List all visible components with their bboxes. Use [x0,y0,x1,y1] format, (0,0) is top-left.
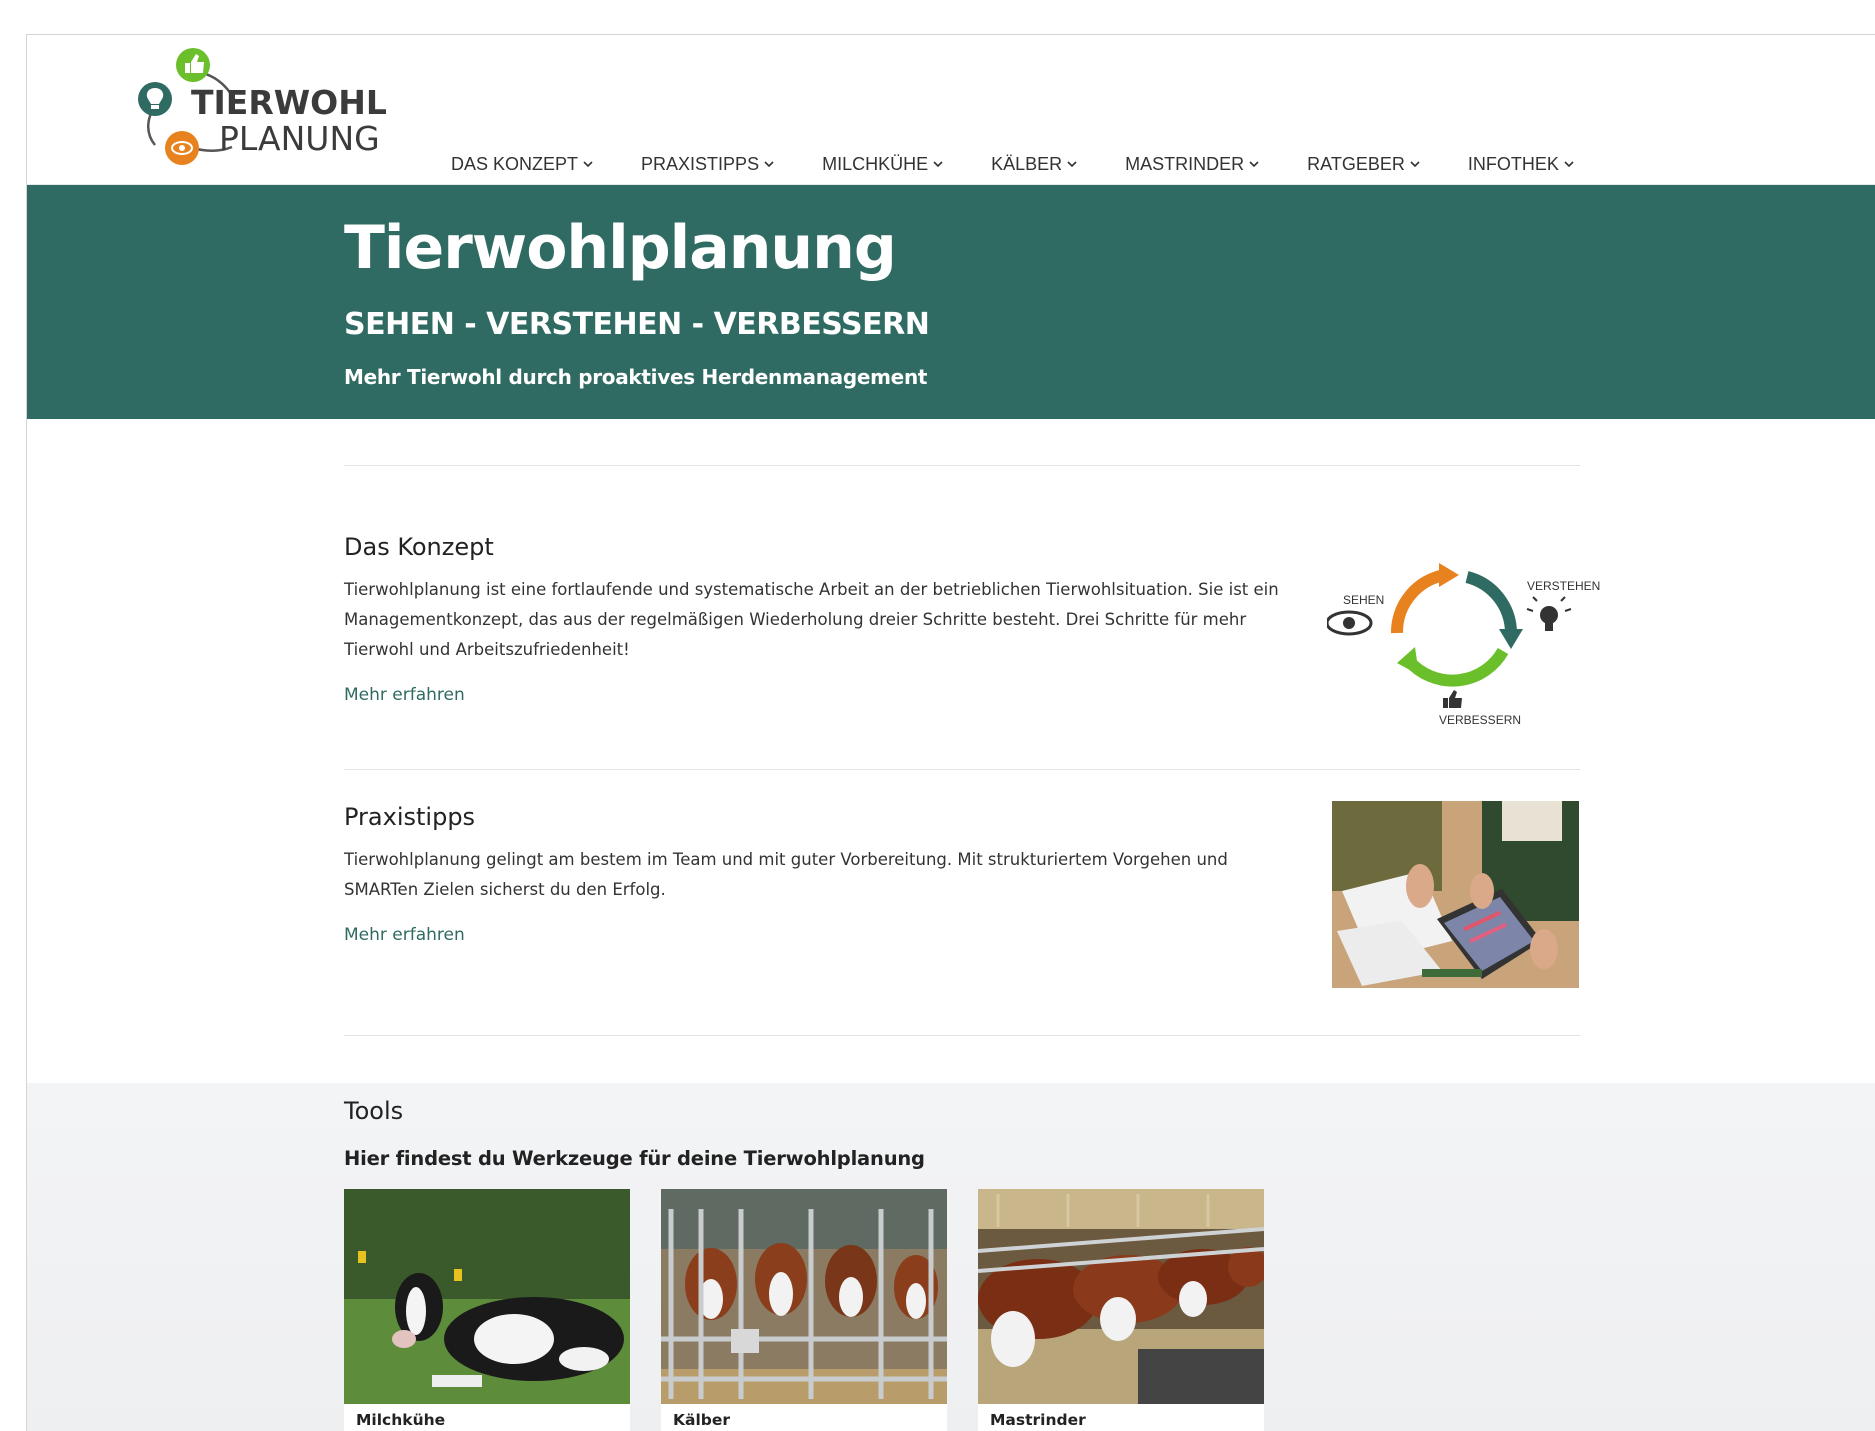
browser-page: TIERWOHL PLANUNG DAS KONZEPT PRAXISTIPPS… [26,34,1875,1431]
nav-item-label: MILCHKÜHE [822,153,929,174]
tool-card-kaelber[interactable]: Kälber [661,1189,947,1431]
dairy-cow-image [344,1189,630,1404]
hero-tagline: Mehr Tierwohl durch proaktives Herdenman… [344,365,928,389]
nav-item-mastrinder[interactable]: MASTRINDER [1125,151,1260,177]
hero-title: Tierwohlplanung [344,213,897,283]
card-image-mastrinder [978,1189,1264,1404]
nav-item-label: PRAXISTIPPS [641,153,760,174]
chevron-down-icon [1410,161,1420,168]
calves-image [661,1189,947,1404]
chevron-down-icon [764,161,774,168]
nav-item-das-konzept[interactable]: DAS KONZEPT [451,151,594,177]
site-header: TIERWOHL PLANUNG DAS KONZEPT PRAXISTIPPS… [27,35,1875,185]
nav-item-label: RATGEBER [1307,153,1405,174]
nav-item-kaelber[interactable]: KÄLBER [991,151,1078,177]
card-label: Mastrinder [990,1411,1086,1429]
praxistipps-text: Tierwohlplanung gelingt am bestem im Tea… [344,850,1228,899]
chevron-down-icon [1067,161,1077,168]
konzept-more-link[interactable]: Mehr erfahren [344,685,465,705]
section-divider [344,1035,1580,1036]
section-divider [344,769,1580,770]
logo-text-tierwohl: TIERWOHL [191,83,387,122]
beef-cattle-image [978,1189,1264,1404]
diagram-label-verstehen: VERSTEHEN [1527,579,1601,593]
nav-item-praxistipps[interactable]: PRAXISTIPPS [641,151,775,177]
nav-item-label: KÄLBER [991,153,1063,174]
nav-item-milchkuehe[interactable]: MILCHKÜHE [822,151,944,177]
chevron-down-icon [1564,161,1574,168]
konzept-title: Das Konzept [344,533,494,561]
chevron-down-icon [933,161,943,168]
cycle-graphic [1325,563,1572,708]
sehen-verstehen-verbessern-diagram: SEHEN VERSTEHEN VERBESSERN [1325,533,1600,727]
tool-card-milchkuehe[interactable]: Milchkühe [344,1189,630,1431]
tools-subtitle: Hier findest du Werkzeuge für deine Tier… [344,1147,925,1170]
team-meeting-image [1332,801,1579,988]
card-label: Milchkühe [356,1411,446,1429]
hero-banner: Tierwohlplanung SEHEN - VERSTEHEN - VERB… [27,185,1875,419]
hero-subtitle: SEHEN - VERSTEHEN - VERBESSERN [344,307,930,342]
konzept-text: Tierwohlplanung ist eine fortlaufende un… [344,580,1279,659]
tools-title: Tools [344,1097,404,1125]
praxistipps-photo [1332,801,1579,988]
diagram-label-sehen: SEHEN [1343,593,1385,607]
tierwohl-planung-logo[interactable]: TIERWOHL PLANUNG [27,35,407,185]
card-image-milchkuehe [344,1189,630,1404]
chevron-down-icon [583,161,593,168]
tool-card-mastrinder[interactable]: Mastrinder [978,1189,1264,1431]
praxistipps-title: Praxistipps [344,803,476,831]
tools-section: Tools Hier findest du Werkzeuge für dein… [27,1083,1875,1431]
nav-item-infothek[interactable]: INFOTHEK [1468,151,1575,177]
praxistipps-more-link[interactable]: Mehr erfahren [344,925,465,945]
main-navigation: DAS KONZEPT PRAXISTIPPS MILCHKÜHE KÄLBER… [451,151,1622,177]
chevron-down-icon [1249,161,1259,168]
nav-item-label: MASTRINDER [1125,153,1245,174]
nav-item-label: DAS KONZEPT [451,153,579,174]
nav-item-ratgeber[interactable]: RATGEBER [1307,151,1421,177]
logo-text-planung: PLANUNG [219,119,380,158]
diagram-label-verbessern: VERBESSERN [1439,713,1522,727]
card-label: Kälber [673,1411,731,1429]
card-image-kaelber [661,1189,947,1404]
section-divider [344,465,1580,466]
nav-item-label: INFOTHEK [1467,153,1559,174]
